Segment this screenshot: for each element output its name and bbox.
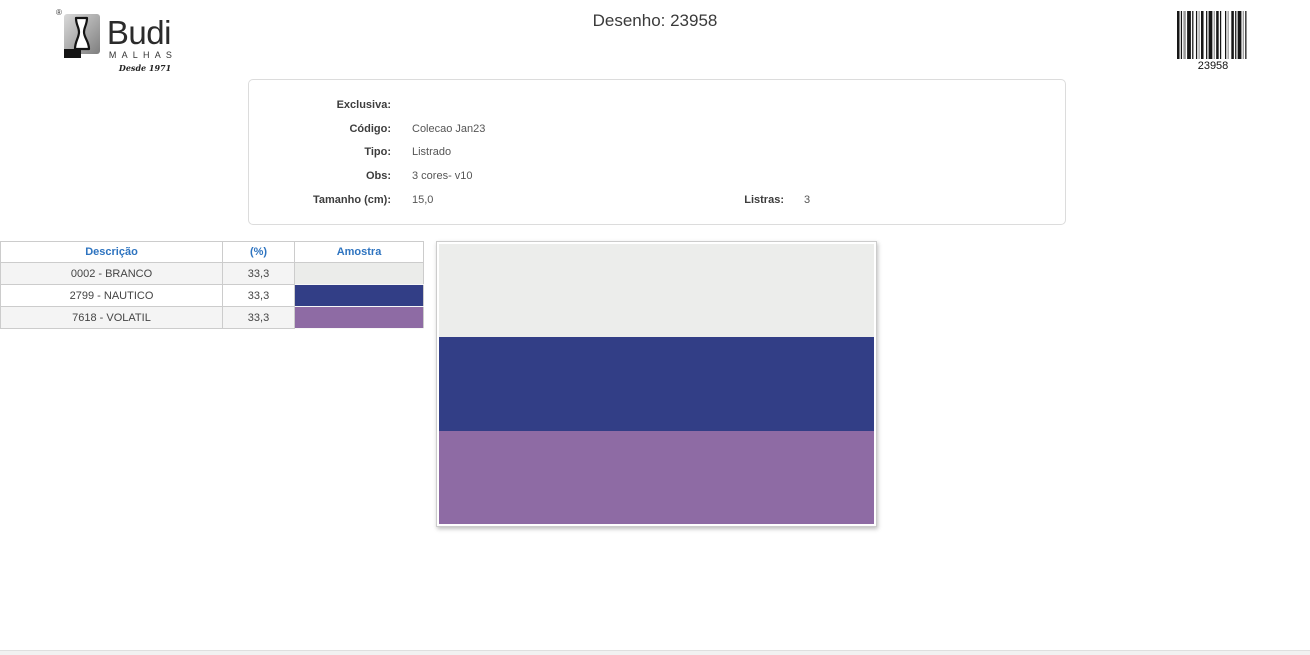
info-field-value: Colecao Jan23 bbox=[412, 122, 486, 135]
barcode: 23958 bbox=[1177, 11, 1249, 72]
cell-descricao: 2799 - NAUTICO bbox=[0, 284, 223, 307]
info-field-label: Obs: bbox=[365, 169, 391, 182]
info-field-row: Código: Colecao Jan23 bbox=[249, 117, 1065, 141]
brand-subtitle: MALHAS bbox=[108, 50, 178, 61]
table-row: 7618 - VOLATIL 33,3 bbox=[0, 306, 424, 329]
cell-descricao: 7618 - VOLATIL bbox=[0, 306, 223, 329]
pattern-stripe bbox=[439, 337, 874, 431]
info-field-row: Obs: 3 cores- v10 bbox=[249, 164, 1065, 188]
pattern-stripe bbox=[439, 430, 874, 524]
barcode-icon bbox=[1177, 11, 1247, 59]
pattern-stripe bbox=[439, 244, 874, 338]
cell-color-swatch bbox=[294, 306, 424, 329]
info-field-label: Código: bbox=[349, 122, 391, 135]
column-header-percent: (%) bbox=[222, 241, 295, 263]
page-title: Desenho: 23958 bbox=[592, 11, 718, 30]
cell-percent: 33,3 bbox=[222, 306, 295, 329]
barcode-value: 23958 bbox=[1197, 60, 1229, 72]
info-field-value: 3 cores- v10 bbox=[412, 169, 473, 182]
info-field-listras: Listras: 3 bbox=[249, 188, 1065, 212]
column-header-amostra: Amostra bbox=[294, 241, 424, 263]
design-info-panel: Exclusiva: Código: Colecao Jan23 Tipo: Listr… bbox=[248, 79, 1066, 225]
color-composition-table: Descrição (%) Amostra 0002 - BRANCO 33,3 2… bbox=[0, 241, 424, 329]
listras-label: Listras: bbox=[744, 194, 784, 206]
table-row: 2799 - NAUTICO 33,3 bbox=[0, 284, 424, 307]
cell-percent: 33,3 bbox=[222, 262, 295, 285]
listras-value: 3 bbox=[804, 194, 811, 206]
info-field-label: Exclusiva: bbox=[336, 98, 391, 111]
cell-percent: 33,3 bbox=[222, 284, 295, 307]
info-field-value: Listrado bbox=[412, 146, 452, 159]
brand-since: Desde 1971 bbox=[118, 63, 172, 74]
footer-divider bbox=[0, 650, 1310, 655]
column-header-descricao: Descrição bbox=[0, 241, 223, 263]
table-row: 0002 - BRANCO 33,3 bbox=[0, 262, 424, 285]
info-field-label: Tipo: bbox=[364, 146, 391, 159]
info-field-row: Exclusiva: bbox=[249, 93, 1065, 117]
table-header-row: Descrição (%) Amostra bbox=[0, 241, 424, 263]
cell-descricao: 0002 - BRANCO bbox=[0, 262, 223, 285]
cell-color-swatch bbox=[294, 284, 424, 307]
info-field-row: Tipo: Listrado bbox=[249, 140, 1065, 164]
cell-color-swatch bbox=[294, 262, 424, 285]
stripe-pattern-preview bbox=[436, 241, 877, 527]
